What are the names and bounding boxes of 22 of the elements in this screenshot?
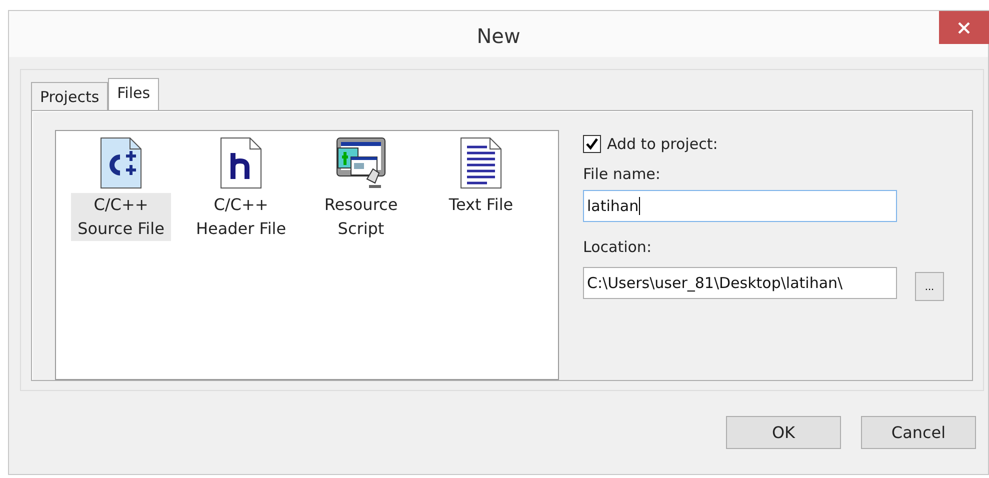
text-file-icon: [460, 137, 502, 189]
checkbox[interactable]: [583, 135, 601, 153]
file-type-item[interactable]: C/C++ Header File: [191, 193, 291, 241]
browse-button[interactable]: ...: [915, 272, 944, 301]
field-label: File name:: [583, 165, 662, 183]
field-label: Location:: [583, 238, 652, 256]
close-icon: [957, 20, 971, 34]
file-name-field[interactable]: latihan: [583, 190, 897, 222]
file-type-item[interactable]: C/C++ Source File: [71, 193, 171, 241]
resource-script-icon: [335, 137, 387, 189]
dialog-button[interactable]: OK: [726, 416, 841, 449]
tab[interactable]: Files: [108, 78, 160, 110]
file-type-item[interactable]: Text File: [431, 193, 531, 217]
location-field[interactable]: C:\Users\user_81\Desktop\latihan\: [583, 266, 897, 298]
source-file-icon: [100, 137, 142, 189]
dialog-button[interactable]: Cancel: [861, 416, 976, 449]
checkbox-label: Add to project:: [607, 135, 718, 153]
close-button[interactable]: [939, 11, 989, 44]
tab[interactable]: Projects: [31, 82, 108, 110]
window-title: New: [476, 24, 520, 48]
header-file-icon: [220, 137, 262, 189]
file-type-item[interactable]: Resource Script: [311, 193, 411, 241]
